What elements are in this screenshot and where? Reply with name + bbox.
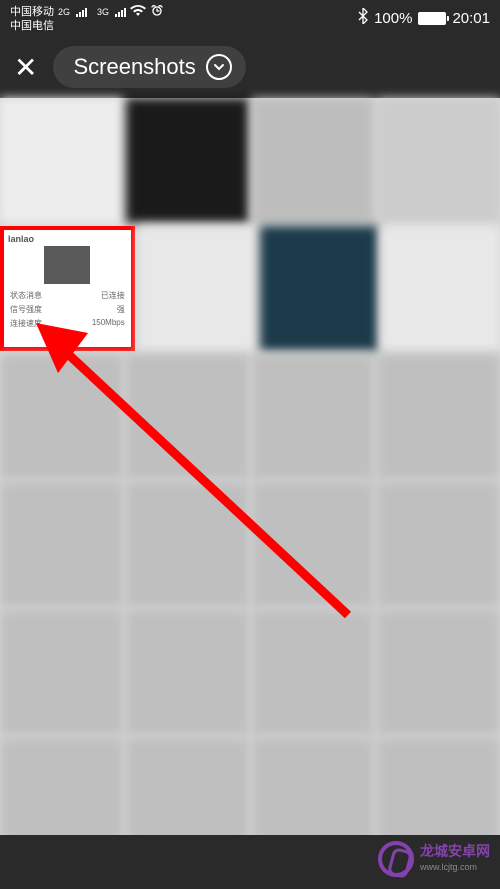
- selected-preview: [44, 246, 90, 284]
- alarm-icon: [150, 5, 164, 20]
- gallery-row: [0, 482, 500, 607]
- gallery-thumb[interactable]: [138, 226, 257, 351]
- gallery-thumb[interactable]: [252, 610, 375, 735]
- gallery-thumb[interactable]: [0, 482, 123, 607]
- gallery-row: [0, 610, 500, 735]
- gallery-thumb[interactable]: [0, 610, 123, 735]
- gallery-thumb[interactable]: [252, 98, 375, 223]
- gallery-thumb[interactable]: [126, 98, 249, 223]
- header: ✕ Screenshots: [0, 36, 500, 98]
- gallery-thumb[interactable]: [0, 98, 123, 223]
- album-selector[interactable]: Screenshots: [53, 46, 245, 88]
- gallery-thumb[interactable]: [252, 482, 375, 607]
- signal-icon-2: [115, 8, 126, 17]
- signal-icon-1: [76, 8, 87, 17]
- status-carriers: 中国移动 2G 3G 中国电信: [10, 5, 164, 32]
- gallery-thumb[interactable]: [381, 226, 500, 351]
- network-2: 3G: [97, 6, 109, 18]
- battery-icon: [418, 12, 446, 25]
- selected-info-row: 信号强度强: [10, 304, 125, 315]
- gallery-thumb[interactable]: [126, 354, 249, 479]
- watermark-url: www.lcjtg.com: [420, 859, 490, 875]
- close-icon[interactable]: ✕: [14, 51, 37, 84]
- gallery-row: [0, 354, 500, 479]
- watermark-brand: 龙城安卓网: [420, 843, 490, 859]
- gallery-row: lanlao 状态消息已连接 信号强度强 连接速度150Mbps: [0, 226, 500, 351]
- selected-info-row: 连接速度150Mbps: [10, 318, 125, 329]
- album-name: Screenshots: [73, 54, 195, 80]
- gallery-thumb[interactable]: [252, 354, 375, 479]
- status-right: 100% 20:01: [358, 8, 490, 28]
- battery-percent: 100%: [374, 10, 412, 27]
- gallery-grid[interactable]: lanlao 状态消息已连接 信号强度强 连接速度150Mbps: [0, 98, 500, 841]
- carrier-2: 中国电信: [10, 20, 54, 32]
- bluetooth-icon: [358, 8, 368, 28]
- gallery-thumb[interactable]: [126, 482, 249, 607]
- selected-info-row: 状态消息已连接: [10, 290, 125, 301]
- gallery-thumb[interactable]: [126, 610, 249, 735]
- gallery-thumb[interactable]: [0, 354, 123, 479]
- status-bar: 中国移动 2G 3G 中国电信 100% 20:01: [0, 0, 500, 36]
- gallery-thumb-selected[interactable]: lanlao 状态消息已连接 信号强度强 连接速度150Mbps: [0, 226, 135, 351]
- gallery-thumb[interactable]: [377, 354, 500, 479]
- selected-title: lanlao: [8, 234, 127, 244]
- watermark: 龙城安卓网 www.lcjtg.com: [378, 841, 490, 877]
- carrier-1: 中国移动: [10, 6, 54, 18]
- gallery-thumb[interactable]: [377, 98, 500, 223]
- gallery-row: [0, 98, 500, 223]
- gallery-thumb[interactable]: [260, 226, 379, 351]
- gallery-thumb[interactable]: [377, 482, 500, 607]
- clock: 20:01: [452, 10, 490, 27]
- watermark-logo-icon: [378, 841, 414, 877]
- network-1: 2G: [58, 6, 70, 18]
- wifi-icon: [130, 5, 146, 20]
- chevron-down-icon: [206, 54, 232, 80]
- gallery-thumb[interactable]: [377, 610, 500, 735]
